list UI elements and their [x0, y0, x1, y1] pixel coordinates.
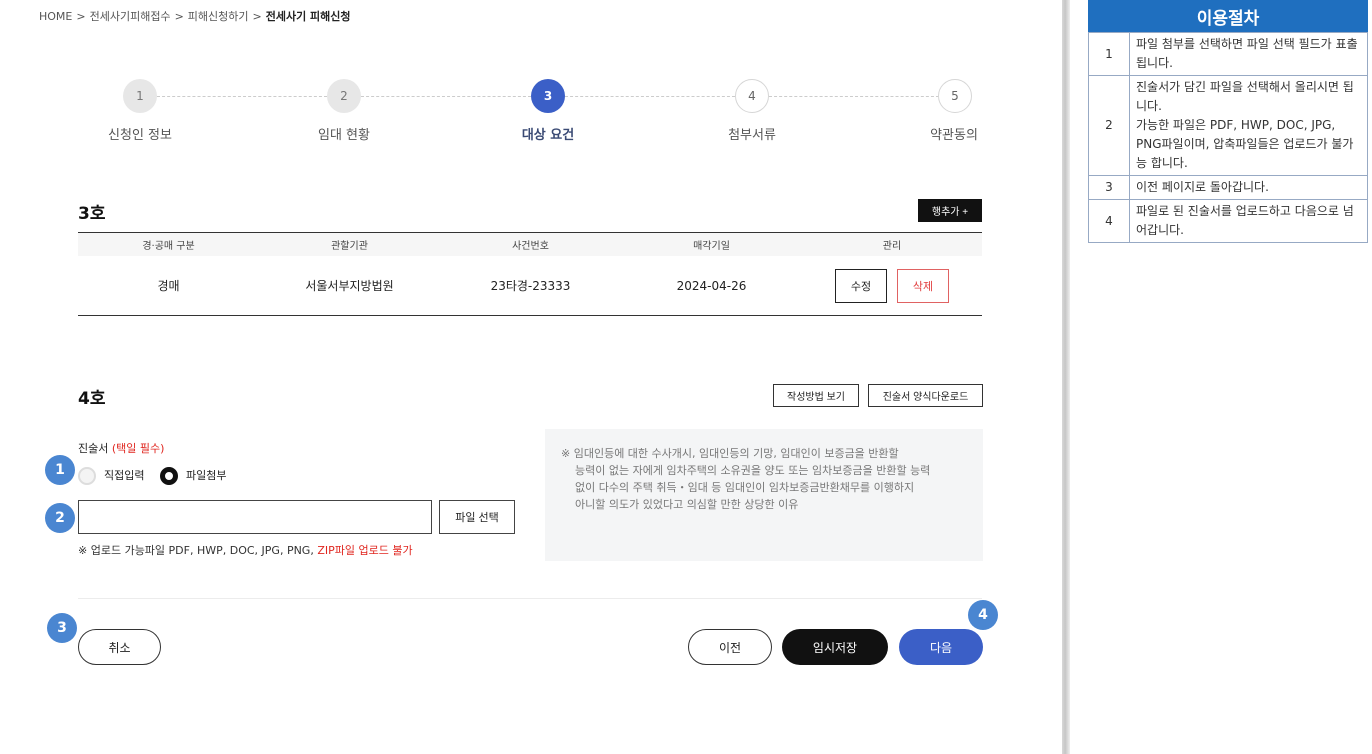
- marker-1: 1: [45, 455, 75, 485]
- step-3-label: 대상 요건: [521, 128, 575, 143]
- file-select-button[interactable]: 파일 선택: [439, 500, 515, 534]
- procedure-num: 4: [1088, 199, 1130, 243]
- procedure-text: 이전 페이지로 돌아갑니다.: [1129, 175, 1368, 200]
- step-connector: [361, 96, 531, 97]
- section-4-title: 4호: [78, 389, 106, 409]
- required-note: (택일 필수): [111, 442, 165, 455]
- step-2-label: 임대 현황: [318, 128, 370, 143]
- cell-court: 서울서부지방법원: [305, 279, 394, 293]
- radio-file-attach[interactable]: [160, 467, 178, 485]
- procedure-table: 1 파일 첨부를 선택하면 파일 선택 필드가 표출됩니다. 2 진술서가 담긴…: [1088, 32, 1368, 243]
- cell-type: 경매: [157, 279, 180, 293]
- radio-direct-input[interactable]: [78, 467, 96, 485]
- procedure-text: 파일 첨부를 선택하면 파일 선택 필드가 표출됩니다.: [1129, 32, 1368, 76]
- step-5-label: 약관동의: [930, 128, 978, 143]
- marker-4: 4: [968, 600, 998, 630]
- step-3-circle: 3: [531, 79, 565, 113]
- step-connector: [157, 96, 327, 97]
- procedure-row: 2 진술서가 담긴 파일을 선택해서 올리시면 됩니다. 가능한 파일은 PDF…: [1088, 75, 1368, 176]
- marker-2: 2: [45, 503, 75, 533]
- next-button[interactable]: 다음: [899, 629, 983, 665]
- procedure-text: 진술서가 담긴 파일을 선택해서 올리시면 됩니다. 가능한 파일은 PDF, …: [1129, 75, 1368, 176]
- cell-sale-date: 2024-04-26: [676, 278, 747, 293]
- info-line: ※ 임대인등에 대한 수사개시, 임대인등의 기망, 임대인이 보증금을 반환할: [561, 447, 899, 460]
- table-row: 경매 서울서부지방법원 23타경-23333 2024-04-26 수정 삭제: [78, 256, 982, 316]
- marker-3: 3: [47, 613, 77, 643]
- upload-note-text: ※ 업로드 가능파일 PDF, HWP, DOC, JPG, PNG,: [78, 544, 314, 557]
- divider: [78, 598, 982, 599]
- panel-divider: [1062, 0, 1070, 754]
- prev-button[interactable]: 이전: [688, 629, 772, 665]
- step-1-circle: 1: [123, 79, 157, 113]
- breadcrumb-separator: >: [76, 10, 86, 23]
- info-box: ※ 임대인등에 대한 수사개시, 임대인등의 기망, 임대인이 보증금을 반환할…: [545, 429, 983, 561]
- breadcrumb: HOME > 전세사기피해접수 > 피해신청하기 > 전세사기 피해신청: [39, 8, 351, 24]
- temp-save-button[interactable]: 임시저장: [782, 629, 888, 665]
- upload-note: ※ 업로드 가능파일 PDF, HWP, DOC, JPG, PNG, ZIP파…: [78, 542, 413, 558]
- procedure-text: 파일로 된 진술서를 업로드하고 다음으로 넘어갑니다.: [1129, 199, 1368, 243]
- info-line: 능력이 없는 자에게 임차주택의 소유권을 양도 또는 임차보증금을 반환할 능…: [575, 464, 931, 477]
- delete-button[interactable]: 삭제: [897, 268, 949, 303]
- step-connector: [769, 96, 939, 97]
- procedure-row: 1 파일 첨부를 선택하면 파일 선택 필드가 표출됩니다.: [1088, 32, 1368, 76]
- table-header: 경·공매 구분 관할기관 사건번호 매각기일 관리: [78, 232, 982, 256]
- column-header: 사건번호: [512, 241, 549, 252]
- main-content: HOME > 전세사기피해접수 > 피해신청하기 > 전세사기 피해신청 1 2 3 4 5…: [0, 0, 1062, 754]
- breadcrumb-home[interactable]: HOME: [39, 10, 72, 23]
- form-download-button[interactable]: 진술서 양식다운로드: [868, 384, 983, 407]
- edit-button[interactable]: 수정: [835, 268, 887, 303]
- writing-guide-button[interactable]: 작성방법 보기: [773, 384, 859, 407]
- step-2-circle: 2: [327, 79, 361, 113]
- info-line: 아니할 의도가 있었다고 의심할 만한 상당한 이유: [575, 498, 799, 511]
- step-connector: [565, 96, 735, 97]
- breadcrumb-level2[interactable]: 피해신청하기: [188, 10, 249, 23]
- breadcrumb-separator: >: [174, 10, 184, 23]
- upload-warning: ZIP파일 업로드 불가: [317, 544, 413, 557]
- breadcrumb-level1[interactable]: 전세사기피해접수: [90, 10, 171, 23]
- procedure-row: 4 파일로 된 진술서를 업로드하고 다음으로 넘어갑니다.: [1088, 199, 1368, 243]
- column-header: 경·공매 구분: [142, 241, 195, 252]
- procedure-title: 이용절차: [1088, 0, 1368, 32]
- add-row-button[interactable]: 행추가 +: [918, 199, 982, 222]
- radio-direct-label[interactable]: 직접입력: [104, 467, 144, 483]
- procedure-num: 2: [1088, 75, 1130, 176]
- column-header: 관리: [882, 241, 902, 252]
- statement-label: 진술서 (택일 필수): [78, 440, 164, 456]
- column-header: 관할기관: [331, 241, 368, 252]
- radio-file-label[interactable]: 파일첨부: [186, 467, 226, 483]
- cell-actions: 수정 삭제: [802, 256, 982, 315]
- section-3-title: 3호: [78, 204, 106, 224]
- procedure-num: 1: [1088, 32, 1130, 76]
- procedure-row: 3 이전 페이지로 돌아갑니다.: [1088, 175, 1368, 200]
- info-line: 없이 다수의 주택 취득・임대 등 임대인이 임차보증금반환채무를 이행하지: [575, 481, 915, 494]
- file-path-input[interactable]: [78, 500, 432, 534]
- cell-case-number: 23타경-23333: [490, 279, 571, 293]
- step-4-circle: 4: [735, 79, 769, 113]
- step-1-label: 신청인 정보: [108, 128, 172, 143]
- procedure-num: 3: [1088, 175, 1130, 200]
- statement-label-text: 진술서: [78, 442, 109, 455]
- auction-table: 경·공매 구분 관할기관 사건번호 매각기일 관리 경매 서울서부지방법원 23…: [78, 232, 982, 316]
- step-4-label: 첨부서류: [728, 128, 776, 143]
- column-header: 매각기일: [693, 241, 730, 252]
- breadcrumb-current: 전세사기 피해신청: [265, 10, 351, 23]
- cancel-button[interactable]: 취소: [78, 629, 161, 665]
- breadcrumb-separator: >: [252, 10, 262, 23]
- step-5-circle: 5: [938, 79, 972, 113]
- procedure-panel: 이용절차 1 파일 첨부를 선택하면 파일 선택 필드가 표출됩니다. 2 진술…: [1070, 0, 1372, 754]
